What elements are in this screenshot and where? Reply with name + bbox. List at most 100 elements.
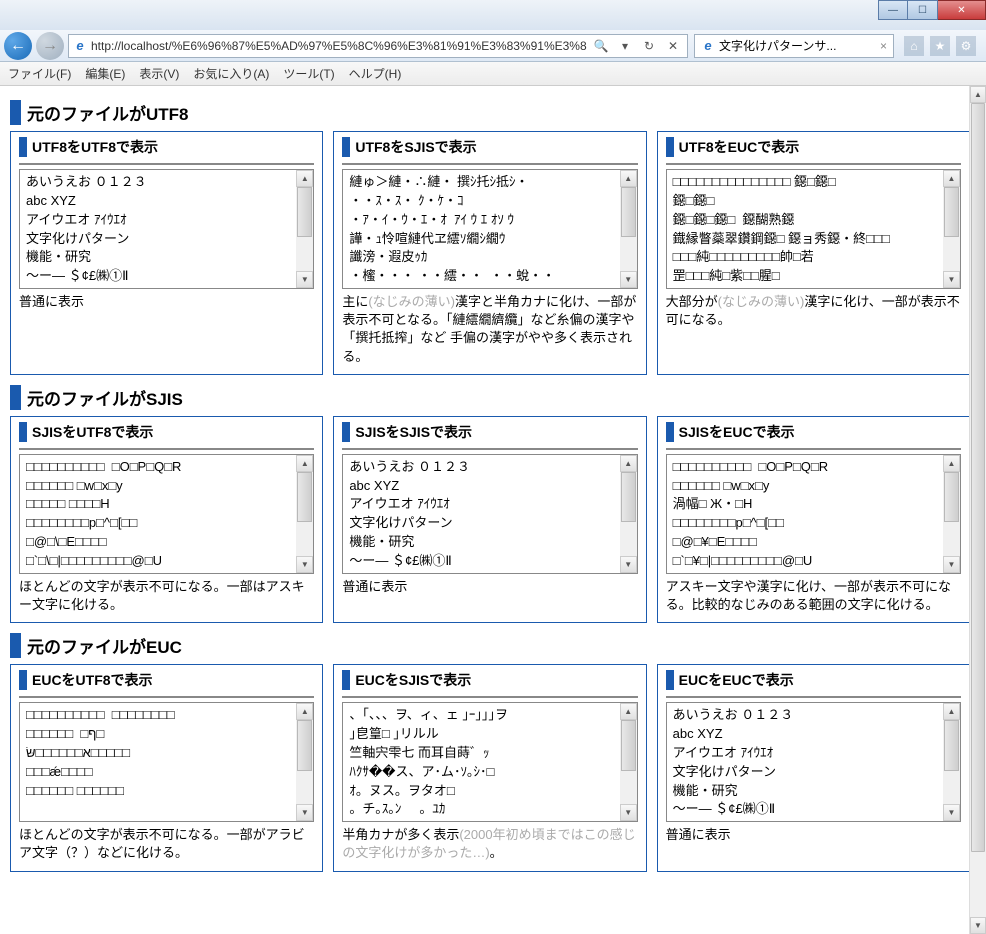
scroll-thumb[interactable] xyxy=(621,720,636,770)
textarea-scrollbar[interactable]: ▲▼ xyxy=(620,703,637,821)
sample-text: あいうえお ０１２３ abc XYZ アイウエオ ｱｲｳｴｵ 文字化けパターン … xyxy=(342,454,637,574)
scroll-track[interactable] xyxy=(970,103,986,917)
scroll-down-icon[interactable]: ▼ xyxy=(943,556,960,573)
scroll-up-icon[interactable]: ▲ xyxy=(620,703,637,720)
menu-view[interactable]: 表示(V) xyxy=(139,65,179,82)
ie-icon: e xyxy=(701,39,715,53)
card-row: SJISをUTF8で表示□□□□□□□□□□ □O□P□Q□R □□□□□□ □… xyxy=(10,416,970,623)
card-heading: SJISをSJISで表示 xyxy=(342,422,637,442)
sample-text: □□□□□□□□□□ □O□P□Q□R □□□□□□ □w□x□y □□□□□ … xyxy=(19,454,314,574)
encoding-card: SJISをSJISで表示あいうえお ０１２３ abc XYZ アイウエオ ｱｲｳ… xyxy=(333,416,646,623)
content-viewport: 元のファイルがUTF8UTF8をUTF8で表示あいうえお ０１２３ abc XY… xyxy=(0,86,986,934)
section-heading: 元のファイルがSJIS xyxy=(10,385,970,410)
ie-icon: e xyxy=(73,39,87,53)
card-heading: UTF8をEUCで表示 xyxy=(666,137,961,157)
scroll-down-icon[interactable]: ▼ xyxy=(620,804,637,821)
textarea-scrollbar[interactable]: ▲▼ xyxy=(620,455,637,573)
sample-box-wrap: 縺ゅ＞縺・∴縺・ 撰ｼ托ｼ抵ｼ・ ・・ｽ・ｽ・ ｸ・ｹ・ｺ ・ｱ・ｲ・ｳ・ｴ・ｵ… xyxy=(342,169,637,289)
page-scrollbar[interactable]: ▲ ▼ xyxy=(969,86,986,934)
menu-favorites[interactable]: お気に入り(A) xyxy=(193,65,269,82)
scroll-thumb[interactable] xyxy=(621,187,636,237)
scroll-thumb[interactable] xyxy=(944,472,959,522)
address-bar[interactable]: e http://localhost/%E6%96%87%E5%AD%97%E5… xyxy=(68,34,688,58)
faint-text: (なじみの薄い) xyxy=(368,294,455,309)
home-icon[interactable]: ⌂ xyxy=(904,36,924,56)
favorites-icon[interactable]: ★ xyxy=(930,36,950,56)
scroll-track[interactable] xyxy=(620,720,637,804)
stop-button[interactable]: ✕ xyxy=(663,36,683,56)
menu-file[interactable]: ファイル(F) xyxy=(8,65,71,82)
scroll-thumb[interactable] xyxy=(621,472,636,522)
scroll-down-icon[interactable]: ▼ xyxy=(943,804,960,821)
sample-text: □□□□□□□□□□ □□□□□□□□ □□□□□□ □ף□ א□□□□□□שּ… xyxy=(19,702,314,822)
menu-tools[interactable]: ツール(T) xyxy=(283,65,334,82)
scroll-up-icon[interactable]: ▲ xyxy=(296,703,313,720)
scroll-thumb[interactable] xyxy=(944,187,959,237)
textarea-scrollbar[interactable]: ▲▼ xyxy=(296,455,313,573)
scroll-down-icon[interactable]: ▼ xyxy=(296,271,313,288)
scroll-up-icon[interactable]: ▲ xyxy=(296,170,313,187)
search-dropdown-icon[interactable]: 🔍 xyxy=(591,36,611,56)
card-description: ほとんどの文字が表示不可になる。一部がアラビア文字（？）などに化ける。 xyxy=(19,826,314,862)
url-dropdown-icon[interactable]: ▾ xyxy=(615,36,635,56)
scroll-track[interactable] xyxy=(620,187,637,271)
scroll-down-icon[interactable]: ▼ xyxy=(943,271,960,288)
browser-navbar: ← → e http://localhost/%E6%96%87%E5%AD%9… xyxy=(0,30,986,62)
maximize-button[interactable]: ☐ xyxy=(908,0,938,20)
scroll-down-icon[interactable]: ▼ xyxy=(970,917,986,934)
scroll-track[interactable] xyxy=(943,720,960,804)
card-description: 普通に表示 xyxy=(342,578,637,596)
scroll-up-icon[interactable]: ▲ xyxy=(620,170,637,187)
textarea-scrollbar[interactable]: ▲▼ xyxy=(296,170,313,288)
desc-text: ほとんどの文字が表示不可になる。一部はアスキー文字に化ける。 xyxy=(19,579,305,612)
refresh-button[interactable]: ↻ xyxy=(639,36,659,56)
forward-button[interactable]: → xyxy=(36,32,64,60)
scroll-down-icon[interactable]: ▼ xyxy=(296,804,313,821)
scroll-up-icon[interactable]: ▲ xyxy=(620,455,637,472)
card-heading: UTF8をUTF8で表示 xyxy=(19,137,314,157)
textarea-scrollbar[interactable]: ▲▼ xyxy=(943,170,960,288)
desc-text: 半角カナが多く表示 xyxy=(342,827,459,842)
textarea-scrollbar[interactable]: ▲▼ xyxy=(943,455,960,573)
scroll-up-icon[interactable]: ▲ xyxy=(943,170,960,187)
desc-text: 普通に表示 xyxy=(666,827,731,842)
tab-close-icon[interactable]: × xyxy=(880,39,887,53)
scroll-down-icon[interactable]: ▼ xyxy=(620,556,637,573)
scroll-up-icon[interactable]: ▲ xyxy=(970,86,986,103)
scroll-thumb[interactable] xyxy=(297,720,312,770)
encoding-card: SJISをEUCで表示□□□□□□□□□□ □O□P□Q□R □□□□□□ □w… xyxy=(657,416,970,623)
scroll-track[interactable] xyxy=(296,187,313,271)
scroll-track[interactable] xyxy=(943,187,960,271)
scroll-thumb[interactable] xyxy=(944,720,959,770)
card-underline xyxy=(666,163,961,165)
back-button[interactable]: ← xyxy=(4,32,32,60)
browser-tab[interactable]: e 文字化けパターンサ... × xyxy=(694,34,894,58)
card-underline xyxy=(342,696,637,698)
scroll-up-icon[interactable]: ▲ xyxy=(296,455,313,472)
sample-box-wrap: あいうえお ０１２３ abc XYZ アイウエオ ｱｲｳｴｵ 文字化けパターン … xyxy=(19,169,314,289)
textarea-scrollbar[interactable]: ▲▼ xyxy=(620,170,637,288)
scroll-up-icon[interactable]: ▲ xyxy=(943,455,960,472)
textarea-scrollbar[interactable]: ▲▼ xyxy=(943,703,960,821)
scroll-thumb[interactable] xyxy=(297,187,312,237)
close-button[interactable]: ✕ xyxy=(938,0,986,20)
scroll-track[interactable] xyxy=(620,472,637,556)
textarea-scrollbar[interactable]: ▲▼ xyxy=(296,703,313,821)
scroll-thumb[interactable] xyxy=(971,103,985,852)
scroll-track[interactable] xyxy=(296,472,313,556)
scroll-down-icon[interactable]: ▼ xyxy=(620,271,637,288)
desc-text: 大部分が xyxy=(666,294,718,309)
scroll-track[interactable] xyxy=(296,720,313,804)
scroll-down-icon[interactable]: ▼ xyxy=(296,556,313,573)
menu-edit[interactable]: 編集(E) xyxy=(85,65,125,82)
scroll-up-icon[interactable]: ▲ xyxy=(943,703,960,720)
menu-help[interactable]: ヘルプ(H) xyxy=(349,65,402,82)
encoding-card: UTF8をUTF8で表示あいうえお ０１２３ abc XYZ アイウエオ ｱｲｳ… xyxy=(10,131,323,375)
minimize-button[interactable]: — xyxy=(878,0,908,20)
scroll-thumb[interactable] xyxy=(297,472,312,522)
scroll-track[interactable] xyxy=(943,472,960,556)
settings-icon[interactable]: ⚙ xyxy=(956,36,976,56)
encoding-card: EUCをUTF8で表示□□□□□□□□□□ □□□□□□□□ □□□□□□ □ף… xyxy=(10,664,323,871)
card-underline xyxy=(19,696,314,698)
card-description: 普通に表示 xyxy=(666,826,961,844)
